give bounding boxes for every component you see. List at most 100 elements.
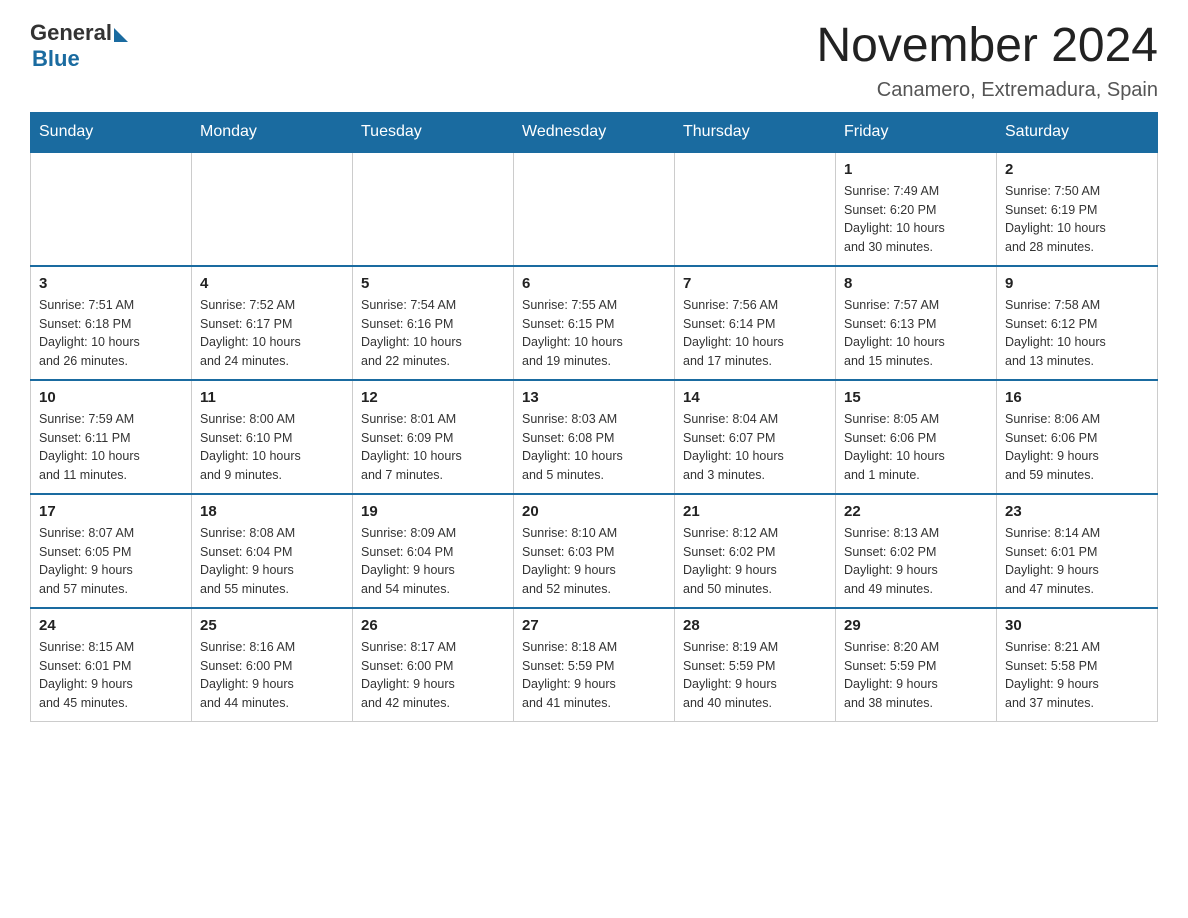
day-number: 24 xyxy=(39,617,183,634)
calendar-cell: 15 Sunrise: 8:05 AM Sunset: 6:06 PM Dayli… xyxy=(836,380,997,494)
calendar-cell: 6Sunrise: 7:55 AM Sunset: 6:15 PM Daylig… xyxy=(514,266,675,380)
day-info: Sunrise: 8:20 AM Sunset: 5:59 PM Dayligh… xyxy=(844,638,988,713)
day-info: Sunrise: 8:01 AM Sunset: 6:09 PM Dayligh… xyxy=(361,410,505,485)
weekday-header-monday: Monday xyxy=(192,112,353,152)
logo-triangle-icon xyxy=(114,28,128,42)
main-title: November 2024 xyxy=(816,20,1158,73)
subtitle: Canamero, Extremadura, Spain xyxy=(816,79,1158,102)
day-info: Sunrise: 8:06 AM Sunset: 6:06 PM Dayligh… xyxy=(1005,410,1149,485)
calendar-week-2: 3Sunrise: 7:51 AM Sunset: 6:18 PM Daylig… xyxy=(31,266,1158,380)
day-number: 13 xyxy=(522,389,666,406)
calendar-cell: 29 Sunrise: 8:20 AM Sunset: 5:59 PM Dayli… xyxy=(836,608,997,722)
day-number: 21 xyxy=(683,503,827,520)
day-info: Sunrise: 7:59 AM Sunset: 6:11 PM Dayligh… xyxy=(39,410,183,485)
day-number: 30 xyxy=(1005,617,1149,634)
day-number: 2 xyxy=(1005,161,1149,178)
day-number: 26 xyxy=(361,617,505,634)
calendar-table: SundayMondayTuesdayWednesdayThursdayFrid… xyxy=(30,112,1158,722)
day-info: Sunrise: 8:21 AM Sunset: 5:58 PM Dayligh… xyxy=(1005,638,1149,713)
calendar-week-3: 10 Sunrise: 7:59 AM Sunset: 6:11 PM Dayli… xyxy=(31,380,1158,494)
day-number: 22 xyxy=(844,503,988,520)
day-info: Sunrise: 7:55 AM Sunset: 6:15 PM Dayligh… xyxy=(522,296,666,371)
day-number: 10 xyxy=(39,389,183,406)
day-number: 27 xyxy=(522,617,666,634)
day-number: 29 xyxy=(844,617,988,634)
day-info: Sunrise: 7:49 AM Sunset: 6:20 PM Dayligh… xyxy=(844,182,988,257)
calendar-cell: 8 Sunrise: 7:57 AM Sunset: 6:13 PM Daylig… xyxy=(836,266,997,380)
calendar-cell: 17 Sunrise: 8:07 AM Sunset: 6:05 PM Dayli… xyxy=(31,494,192,608)
calendar-cell xyxy=(675,152,836,266)
calendar-week-4: 17 Sunrise: 8:07 AM Sunset: 6:05 PM Dayli… xyxy=(31,494,1158,608)
calendar-week-5: 24Sunrise: 8:15 AM Sunset: 6:01 PM Dayli… xyxy=(31,608,1158,722)
calendar-cell: 26Sunrise: 8:17 AM Sunset: 6:00 PM Dayli… xyxy=(353,608,514,722)
calendar-cell: 11Sunrise: 8:00 AM Sunset: 6:10 PM Dayli… xyxy=(192,380,353,494)
logo-general-text: General xyxy=(30,20,112,46)
day-info: Sunrise: 8:10 AM Sunset: 6:03 PM Dayligh… xyxy=(522,524,666,599)
day-number: 18 xyxy=(200,503,344,520)
weekday-header-saturday: Saturday xyxy=(997,112,1158,152)
day-number: 25 xyxy=(200,617,344,634)
day-info: Sunrise: 8:05 AM Sunset: 6:06 PM Dayligh… xyxy=(844,410,988,485)
calendar-cell: 20 Sunrise: 8:10 AM Sunset: 6:03 PM Dayli… xyxy=(514,494,675,608)
calendar-cell: 9 Sunrise: 7:58 AM Sunset: 6:12 PM Daylig… xyxy=(997,266,1158,380)
day-info: Sunrise: 7:51 AM Sunset: 6:18 PM Dayligh… xyxy=(39,296,183,371)
day-info: Sunrise: 8:19 AM Sunset: 5:59 PM Dayligh… xyxy=(683,638,827,713)
day-info: Sunrise: 8:08 AM Sunset: 6:04 PM Dayligh… xyxy=(200,524,344,599)
calendar-cell: 10 Sunrise: 7:59 AM Sunset: 6:11 PM Dayli… xyxy=(31,380,192,494)
calendar-cell: 30 Sunrise: 8:21 AM Sunset: 5:58 PM Dayli… xyxy=(997,608,1158,722)
day-number: 7 xyxy=(683,275,827,292)
calendar-cell: 18 Sunrise: 8:08 AM Sunset: 6:04 PM Dayli… xyxy=(192,494,353,608)
day-info: Sunrise: 7:57 AM Sunset: 6:13 PM Dayligh… xyxy=(844,296,988,371)
day-number: 20 xyxy=(522,503,666,520)
calendar-cell: 23 Sunrise: 8:14 AM Sunset: 6:01 PM Dayli… xyxy=(997,494,1158,608)
day-number: 17 xyxy=(39,503,183,520)
weekday-header-sunday: Sunday xyxy=(31,112,192,152)
calendar-cell xyxy=(353,152,514,266)
calendar-cell: 19 Sunrise: 8:09 AM Sunset: 6:04 PM Dayli… xyxy=(353,494,514,608)
calendar-cell: 16 Sunrise: 8:06 AM Sunset: 6:06 PM Dayli… xyxy=(997,380,1158,494)
day-number: 23 xyxy=(1005,503,1149,520)
calendar-cell xyxy=(514,152,675,266)
day-number: 5 xyxy=(361,275,505,292)
day-info: Sunrise: 8:07 AM Sunset: 6:05 PM Dayligh… xyxy=(39,524,183,599)
weekday-header-friday: Friday xyxy=(836,112,997,152)
day-number: 1 xyxy=(844,161,988,178)
day-info: Sunrise: 8:04 AM Sunset: 6:07 PM Dayligh… xyxy=(683,410,827,485)
calendar-header-row: SundayMondayTuesdayWednesdayThursdayFrid… xyxy=(31,112,1158,152)
day-number: 11 xyxy=(200,389,344,406)
day-number: 16 xyxy=(1005,389,1149,406)
day-info: Sunrise: 8:13 AM Sunset: 6:02 PM Dayligh… xyxy=(844,524,988,599)
day-number: 15 xyxy=(844,389,988,406)
day-number: 8 xyxy=(844,275,988,292)
calendar-cell: 12 Sunrise: 8:01 AM Sunset: 6:09 PM Dayli… xyxy=(353,380,514,494)
day-number: 9 xyxy=(1005,275,1149,292)
day-info: Sunrise: 7:58 AM Sunset: 6:12 PM Dayligh… xyxy=(1005,296,1149,371)
weekday-header-tuesday: Tuesday xyxy=(353,112,514,152)
day-info: Sunrise: 7:54 AM Sunset: 6:16 PM Dayligh… xyxy=(361,296,505,371)
calendar-cell: 28 Sunrise: 8:19 AM Sunset: 5:59 PM Dayli… xyxy=(675,608,836,722)
calendar-cell xyxy=(192,152,353,266)
calendar-cell: 21Sunrise: 8:12 AM Sunset: 6:02 PM Dayli… xyxy=(675,494,836,608)
weekday-header-thursday: Thursday xyxy=(675,112,836,152)
page-header: General Blue November 2024 Canamero, Ext… xyxy=(30,20,1158,102)
calendar-cell: 13 Sunrise: 8:03 AM Sunset: 6:08 PM Dayli… xyxy=(514,380,675,494)
day-number: 28 xyxy=(683,617,827,634)
calendar-cell: 4 Sunrise: 7:52 AM Sunset: 6:17 PM Daylig… xyxy=(192,266,353,380)
day-info: Sunrise: 8:09 AM Sunset: 6:04 PM Dayligh… xyxy=(361,524,505,599)
calendar-cell: 3Sunrise: 7:51 AM Sunset: 6:18 PM Daylig… xyxy=(31,266,192,380)
day-info: Sunrise: 8:03 AM Sunset: 6:08 PM Dayligh… xyxy=(522,410,666,485)
day-info: Sunrise: 7:52 AM Sunset: 6:17 PM Dayligh… xyxy=(200,296,344,371)
day-number: 12 xyxy=(361,389,505,406)
day-info: Sunrise: 8:14 AM Sunset: 6:01 PM Dayligh… xyxy=(1005,524,1149,599)
day-info: Sunrise: 8:16 AM Sunset: 6:00 PM Dayligh… xyxy=(200,638,344,713)
calendar-cell: 27 Sunrise: 8:18 AM Sunset: 5:59 PM Dayli… xyxy=(514,608,675,722)
calendar-cell: 7Sunrise: 7:56 AM Sunset: 6:14 PM Daylig… xyxy=(675,266,836,380)
logo: General Blue xyxy=(30,20,128,72)
logo-blue-text: Blue xyxy=(32,46,80,72)
calendar-cell: 2Sunrise: 7:50 AM Sunset: 6:19 PM Daylig… xyxy=(997,152,1158,266)
day-number: 4 xyxy=(200,275,344,292)
day-number: 19 xyxy=(361,503,505,520)
calendar-cell: 5 Sunrise: 7:54 AM Sunset: 6:16 PM Daylig… xyxy=(353,266,514,380)
day-number: 14 xyxy=(683,389,827,406)
day-info: Sunrise: 8:18 AM Sunset: 5:59 PM Dayligh… xyxy=(522,638,666,713)
